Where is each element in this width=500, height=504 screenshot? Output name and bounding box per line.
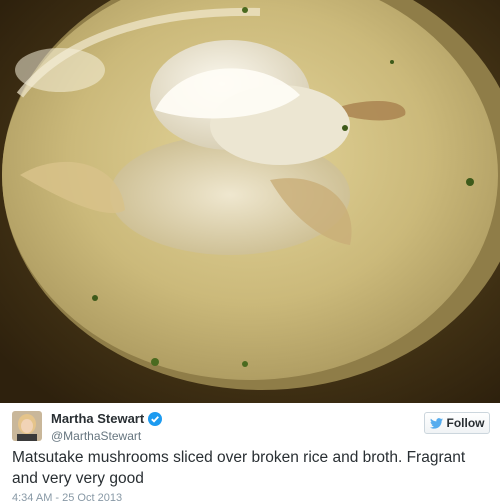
verified-badge-icon — [148, 411, 163, 426]
author-name-row[interactable]: Martha Stewart — [51, 411, 163, 426]
tweet-photo[interactable] — [0, 0, 500, 403]
author-handle[interactable]: @MarthaStewart — [51, 429, 141, 443]
author-name[interactable]: Martha Stewart — [51, 411, 144, 426]
avatar[interactable] — [12, 411, 42, 441]
twitter-bird-icon — [429, 417, 443, 429]
follow-label: Follow — [446, 416, 485, 430]
tweet-timestamp[interactable]: 4:34 AM - 25 Oct 2013 — [12, 492, 122, 504]
follow-button[interactable]: Follow — [424, 412, 490, 434]
tweet-card: Martha Stewart @MarthaStewart Follow Mat… — [0, 403, 500, 504]
tweet-text: Matsutake mushrooms sliced over broken r… — [12, 449, 466, 487]
